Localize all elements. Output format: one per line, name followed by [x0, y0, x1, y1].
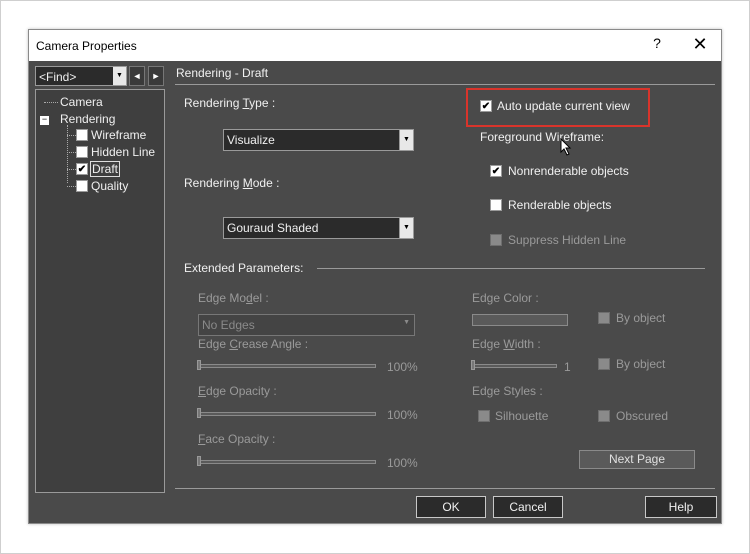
- tree-item-wireframe[interactable]: Wireframe: [91, 128, 146, 142]
- nonrenderable-checkbox[interactable]: ✔: [490, 165, 502, 177]
- help-question-icon[interactable]: ?: [647, 35, 667, 51]
- chevron-down-icon: ▼: [399, 130, 413, 150]
- tree-checkbox-hidden-line[interactable]: [76, 146, 88, 158]
- obscured-label: Obscured: [616, 409, 669, 423]
- tree-item-draft[interactable]: Draft: [90, 161, 121, 177]
- ok-button[interactable]: OK: [416, 496, 486, 518]
- edge-width-track: [472, 364, 557, 368]
- find-prev-icon[interactable]: ◄: [129, 66, 145, 86]
- tree-item-camera[interactable]: Camera: [60, 95, 103, 109]
- chevron-down-icon: ▼: [403, 319, 410, 326]
- obscured-checkbox[interactable]: [598, 410, 610, 422]
- tree-checkbox-draft[interactable]: ✔: [76, 163, 88, 175]
- rendering-mode-value: Gouraud Shaded: [227, 221, 319, 235]
- cancel-button[interactable]: Cancel: [493, 496, 563, 518]
- edge-width-slider[interactable]: [471, 360, 475, 370]
- edge-color-swatch[interactable]: [472, 314, 568, 326]
- edge-width-value: 1: [564, 360, 571, 374]
- edge-color-byobject-label: By object: [616, 311, 666, 325]
- help-button[interactable]: Help: [645, 496, 717, 518]
- foreground-wireframe-label: Foreground Wireframe:: [480, 130, 605, 144]
- edge-crease-angle-slider[interactable]: [197, 360, 201, 370]
- tree-item-hidden-line[interactable]: Hidden Line: [91, 145, 155, 159]
- tree-connector: [67, 152, 76, 153]
- auto-update-label[interactable]: Auto update current view: [497, 99, 630, 113]
- find-next-icon[interactable]: ►: [148, 66, 164, 86]
- nonrenderable-label[interactable]: Nonrenderable objects: [508, 164, 629, 178]
- tree-item-rendering[interactable]: Rendering: [60, 112, 115, 126]
- edge-model-select[interactable]: No Edges ▼: [198, 314, 415, 336]
- edge-color-byobject-checkbox[interactable]: [598, 312, 610, 324]
- tree-connector: [67, 135, 76, 136]
- dialog-title: Camera Properties: [36, 39, 137, 53]
- rendering-mode-select[interactable]: Gouraud Shaded ▼: [223, 217, 414, 239]
- tree-connector: [67, 186, 76, 187]
- tree-item-quality[interactable]: Quality: [91, 179, 128, 193]
- suppress-hidden-line-label: Suppress Hidden Line: [508, 233, 627, 247]
- face-opacity-track: [198, 460, 376, 464]
- silhouette-label: Silhouette: [495, 409, 549, 423]
- find-dropdown-icon[interactable]: ▼: [113, 67, 126, 85]
- category-tree: Camera − Rendering Wireframe Hidden Line…: [35, 89, 165, 493]
- face-opacity-label: Face Opacity :: [198, 432, 276, 446]
- camera-properties-dialog: Camera Properties ? ✕ <Find> ▼ ◄ ► Camer…: [28, 29, 722, 524]
- face-opacity-slider[interactable]: [197, 456, 201, 466]
- title-bar: Camera Properties ? ✕: [29, 30, 721, 61]
- edge-opacity-slider[interactable]: [197, 408, 201, 418]
- extended-parameters-label: Extended Parameters:: [184, 261, 304, 275]
- collapse-icon[interactable]: −: [40, 115, 49, 125]
- suppress-hidden-line-checkbox[interactable]: [490, 234, 502, 246]
- edge-crease-angle-label: Edge Crease Angle :: [198, 337, 309, 351]
- renderable-label[interactable]: Renderable objects: [508, 198, 611, 212]
- edge-crease-angle-track: [198, 364, 376, 368]
- edge-width-label: Edge Width :: [472, 337, 541, 351]
- tree-checkbox-wireframe[interactable]: [76, 129, 88, 141]
- chevron-down-icon: ▼: [399, 218, 413, 238]
- tree-connector: [67, 125, 68, 183]
- edge-model-label: Edge Model :: [198, 291, 269, 305]
- extended-divider: [317, 268, 705, 269]
- next-page-button[interactable]: Next Page: [579, 450, 695, 469]
- edge-styles-label: Edge Styles :: [472, 384, 543, 398]
- rendering-type-label: Rendering Type :: [184, 96, 276, 110]
- rendering-type-select[interactable]: Visualize ▼: [223, 129, 414, 151]
- header-divider: [175, 84, 715, 85]
- mouse-pointer-icon: [560, 138, 572, 156]
- find-value: <Find>: [39, 70, 77, 84]
- tree-connector: [67, 169, 76, 170]
- footer-divider: [175, 488, 715, 489]
- edge-crease-angle-value: 100%: [387, 360, 418, 374]
- panel-header: Rendering - Draft: [176, 66, 269, 80]
- tree-checkbox-quality[interactable]: [76, 180, 88, 192]
- edge-model-value: No Edges: [202, 318, 255, 332]
- face-opacity-value: 100%: [387, 456, 418, 470]
- tree-connector: [44, 102, 58, 103]
- edge-opacity-value: 100%: [387, 408, 418, 422]
- rendering-mode-label: Rendering Mode :: [184, 176, 280, 190]
- edge-width-byobject-checkbox[interactable]: [598, 358, 610, 370]
- edge-color-label: Edge Color :: [472, 291, 539, 305]
- rendering-type-value: Visualize: [227, 133, 275, 147]
- edge-opacity-label: Edge Opacity :: [198, 384, 277, 398]
- silhouette-checkbox[interactable]: [478, 410, 490, 422]
- auto-update-checkbox[interactable]: ✔: [480, 100, 492, 112]
- renderable-checkbox[interactable]: [490, 199, 502, 211]
- close-icon[interactable]: ✕: [689, 34, 711, 55]
- edge-opacity-track: [198, 412, 376, 416]
- edge-width-byobject-label: By object: [616, 357, 666, 371]
